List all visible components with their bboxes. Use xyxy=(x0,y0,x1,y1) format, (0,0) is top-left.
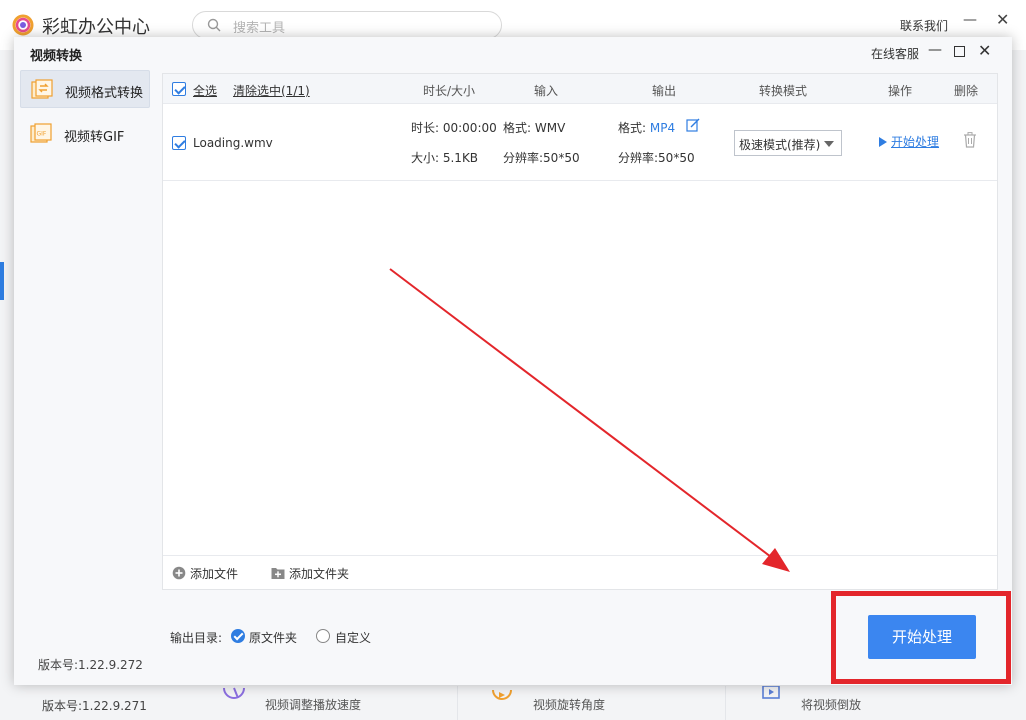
tool-label: 视频旋转角度 xyxy=(533,698,606,712)
chevron-down-icon xyxy=(824,141,834,147)
sidebar-item-video-to-gif[interactable]: GIF 视频转GIF xyxy=(20,115,150,153)
dialog-minimize-icon[interactable]: — xyxy=(928,42,942,58)
clear-selection-link[interactable]: 清除选中(1/1) xyxy=(233,82,310,99)
dialog-sidebar: 视频格式转换 GIF 视频转GIF xyxy=(14,67,158,685)
svg-text:GIF: GIF xyxy=(37,131,47,138)
folder-plus-icon xyxy=(271,568,285,579)
radio-original-folder[interactable] xyxy=(231,629,245,643)
row-checkbox[interactable] xyxy=(172,136,186,150)
select-all-label[interactable]: 全选 xyxy=(193,82,217,99)
search-placeholder: 搜索工具 xyxy=(233,21,286,36)
input-resolution: 分辨率:50*50 xyxy=(503,151,580,165)
bg-version-label: 版本号:1.22.9.271 xyxy=(42,699,147,713)
select-all-checkbox[interactable] xyxy=(172,82,186,96)
online-service-link[interactable]: 在线客服 xyxy=(871,45,919,62)
input-format-label: 格式: xyxy=(503,121,532,135)
divider xyxy=(725,686,726,720)
col-duration-size: 时长/大小 xyxy=(423,84,476,98)
edit-icon[interactable] xyxy=(686,118,700,132)
tool-reverse[interactable]: 将视频倒放 xyxy=(741,686,1001,720)
reverse-play-icon xyxy=(762,686,780,699)
tool-speed[interactable]: 视频调整播放速度 xyxy=(205,686,465,720)
sidebar-item-label: 视频转GIF xyxy=(64,130,125,145)
tool-rotate[interactable]: 视频旋转角度 xyxy=(473,686,733,720)
file-size: 大小: 5.1KB xyxy=(411,151,479,165)
output-resolution: 分辨率:50*50 xyxy=(618,151,695,165)
radio-custom-label[interactable]: 自定义 xyxy=(335,629,371,646)
nav-active-indicator xyxy=(0,262,4,300)
row-start-link[interactable]: 开始处理 xyxy=(891,133,939,150)
trash-icon[interactable] xyxy=(963,132,977,148)
col-output: 输出 xyxy=(652,84,677,98)
output-format-label: 格式: xyxy=(618,121,647,135)
plus-circle-icon xyxy=(172,566,186,580)
close-icon[interactable]: ✕ xyxy=(996,10,1009,29)
play-icon[interactable] xyxy=(879,137,887,147)
dialog-close-icon[interactable]: ✕ xyxy=(978,41,991,60)
dialog-header: 视频转换 在线客服 — ✕ xyxy=(14,37,1012,67)
table-header: 全选 清除选中(1/1) 时长/大小 输入 输出 转换模式 操作 删除 xyxy=(163,74,997,104)
file-duration: 时长: 00:00:00 xyxy=(411,121,497,135)
tool-label: 视频调整播放速度 xyxy=(265,698,362,712)
mode-select[interactable]: 极速模式(推荐) xyxy=(734,130,842,156)
add-file-label: 添加文件 xyxy=(190,567,239,581)
add-folder-label: 添加文件夹 xyxy=(289,567,350,581)
sidebar-item-label: 视频格式转换 xyxy=(65,86,144,101)
dialog-maximize-icon[interactable] xyxy=(954,46,965,57)
app-title: 彩虹办公中心 xyxy=(42,17,150,38)
radio-custom[interactable] xyxy=(316,629,330,643)
input-format-value: WMV xyxy=(534,121,566,135)
radio-original-folder-label[interactable]: 原文件夹 xyxy=(249,629,297,646)
col-input: 输入 xyxy=(534,84,559,98)
col-action: 操作 xyxy=(888,84,913,98)
video-convert-icon xyxy=(31,79,53,99)
sidebar-item-video-convert[interactable]: 视频格式转换 xyxy=(20,70,150,108)
annotation-highlight-box xyxy=(831,591,1011,684)
divider xyxy=(457,686,458,720)
gif-icon: GIF xyxy=(30,123,52,143)
annotation-arrow xyxy=(389,268,790,572)
rainbow-logo-icon xyxy=(12,14,34,36)
rotate-icon xyxy=(492,689,512,700)
table-row: Loading.wmv 时长: 00:00:00 大小: 5.1KB 格式: W… xyxy=(163,104,997,181)
version-label: 版本号:1.22.9.272 xyxy=(38,658,143,672)
col-delete: 删除 xyxy=(954,84,979,98)
output-format[interactable]: 格式: MP4 xyxy=(618,119,675,136)
tool-label: 将视频倒放 xyxy=(801,698,862,712)
bg-tool-row: 视频调整播放速度 视频旋转角度 将视频倒放 xyxy=(205,686,1005,720)
search-icon xyxy=(207,18,221,32)
contact-us-link[interactable]: 联系我们 xyxy=(900,17,948,34)
output-dir-label: 输出目录: xyxy=(170,631,223,645)
output-format-value[interactable]: MP4 xyxy=(650,121,675,135)
col-mode: 转换模式 xyxy=(759,84,808,98)
file-name: Loading.wmv xyxy=(193,136,273,150)
search-input[interactable]: 搜索工具 xyxy=(192,11,502,39)
dialog-title: 视频转换 xyxy=(30,49,83,64)
input-format: 格式: WMV xyxy=(503,119,565,136)
mode-select-value: 极速模式(推荐) xyxy=(739,138,821,152)
speed-icon xyxy=(223,687,245,699)
minimize-icon[interactable]: — xyxy=(963,12,977,28)
